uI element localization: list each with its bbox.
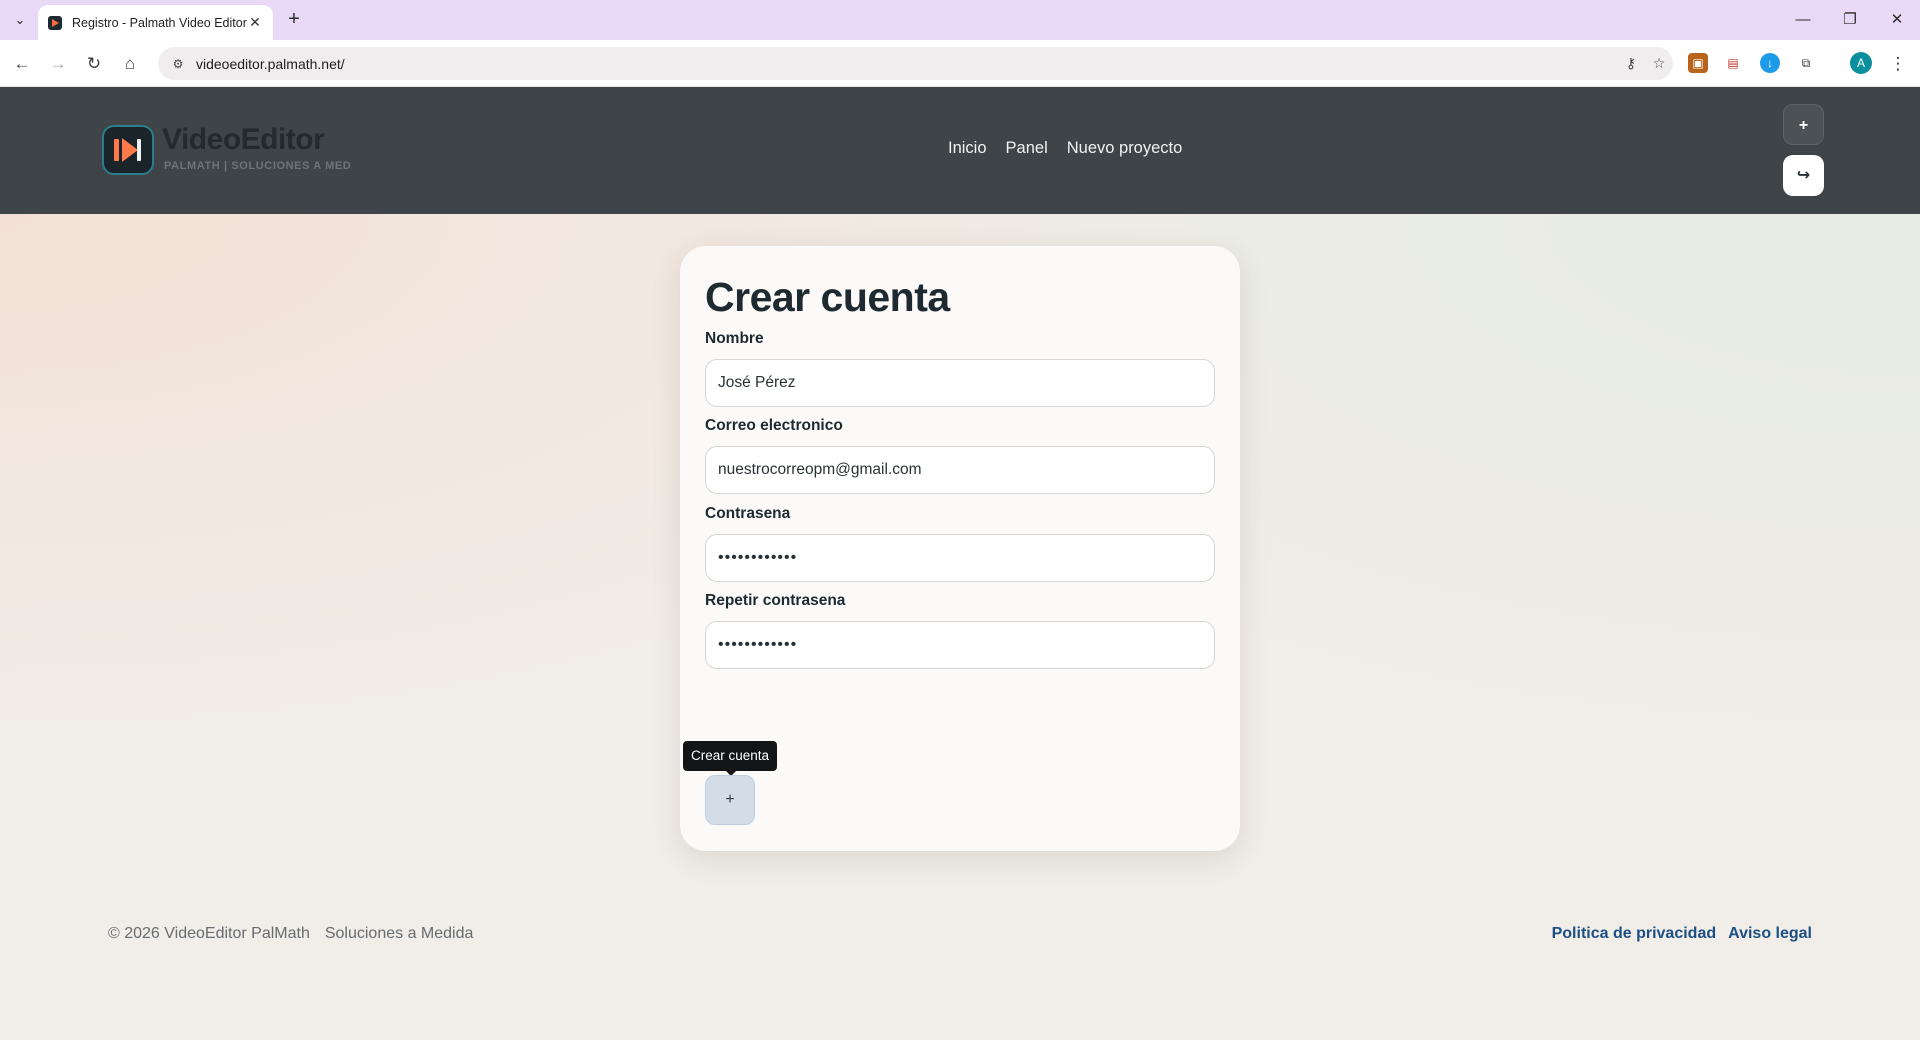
register-card: Crear cuenta Nombre José Pérez Correo el… [680, 246, 1240, 851]
copyright-text: © 2026 VideoEditor PalMath [108, 925, 310, 942]
tab-title: Registro - Palmath Video Editor [72, 15, 247, 30]
site-info-icon[interactable]: ⚙ [170, 56, 186, 72]
reload-icon[interactable]: ↻ [80, 50, 108, 78]
browser-tab-active[interactable]: Registro - Palmath Video Editor ✕ [38, 5, 273, 40]
create-account-button[interactable]: + [705, 775, 755, 825]
logout-button[interactable]: ↪ [1783, 155, 1824, 196]
nav-link-nuevo-proyecto[interactable]: Nuevo proyecto [1067, 139, 1183, 158]
tab-close-icon[interactable]: ✕ [247, 14, 263, 31]
browser-tab-bar: ⌄ Registro - Palmath Video Editor ✕ + — … [0, 0, 1920, 40]
privacy-policy-link[interactable]: Politica de privacidad [1552, 925, 1717, 942]
address-bar[interactable]: ⚙ videoeditor.palmath.net/ ⚷ ☆ [158, 47, 1673, 80]
tab-search-chevron-icon[interactable]: ⌄ [8, 10, 32, 30]
footer-links: Politica de privacidad Aviso legal [1540, 925, 1812, 943]
site-favicon-icon [48, 15, 62, 30]
browser-menu-icon[interactable]: ⋮ [1884, 50, 1912, 78]
password-label: Contrasena [705, 505, 791, 522]
repeat-password-input[interactable]: •••••••••••• [705, 621, 1215, 669]
password-input[interactable]: •••••••••••• [705, 534, 1215, 582]
download-extension-icon[interactable]: ↓ [1760, 53, 1780, 73]
name-label: Nombre [705, 330, 764, 347]
extension-2-icon[interactable]: ▤ [1723, 53, 1743, 73]
add-project-button[interactable]: + [1783, 104, 1824, 145]
extensions-puzzle-icon[interactable]: ⧉ [1796, 53, 1816, 73]
profile-avatar[interactable]: A [1850, 52, 1872, 74]
home-icon[interactable]: ⌂ [116, 50, 144, 78]
url-text: videoeditor.palmath.net/ [196, 55, 345, 72]
browser-toolbar: ← → ↻ ⌂ ⚙ videoeditor.palmath.net/ ⚷ ☆ ▣… [0, 40, 1920, 87]
main-nav: Inicio Panel Nuevo proyecto [948, 139, 1201, 158]
videoeditor-logo-icon[interactable] [102, 125, 154, 175]
brand-tagline: PALMATH | SOLUCIONES A MED [164, 160, 352, 172]
footer-copyright: © 2026 VideoEditor PalMath Soluciones a M… [108, 925, 473, 943]
site-header: VideoEditor PALMATH | SOLUCIONES A MED I… [0, 87, 1920, 214]
forward-arrow-icon[interactable]: → [44, 50, 72, 78]
page-title: Crear cuenta [705, 274, 950, 320]
footer-tagline: Soluciones a Medida [324, 925, 474, 942]
nav-link-panel[interactable]: Panel [1006, 139, 1048, 158]
password-key-icon[interactable]: ⚷ [1617, 55, 1645, 72]
new-tab-button[interactable]: + [282, 8, 306, 32]
submit-tooltip: Crear cuenta [683, 741, 778, 776]
email-label: Correo electronico [705, 417, 843, 434]
legal-notice-link[interactable]: Aviso legal [1728, 925, 1812, 942]
brand-name[interactable]: VideoEditor [162, 123, 325, 157]
restore-icon[interactable]: ❐ [1835, 8, 1865, 32]
email-input[interactable]: nuestrocorreopm@gmail.com [705, 446, 1215, 494]
repeat-password-label: Repetir contrasena [705, 592, 846, 609]
window-close-icon[interactable]: ✕ [1882, 8, 1912, 32]
name-input[interactable]: José Pérez [705, 359, 1215, 407]
nav-link-inicio[interactable]: Inicio [948, 139, 987, 158]
back-arrow-icon[interactable]: ← [8, 50, 36, 78]
extension-1-icon[interactable]: ▣ [1688, 53, 1708, 73]
minimize-icon[interactable]: — [1788, 8, 1818, 32]
bookmark-star-icon[interactable]: ☆ [1645, 55, 1673, 72]
